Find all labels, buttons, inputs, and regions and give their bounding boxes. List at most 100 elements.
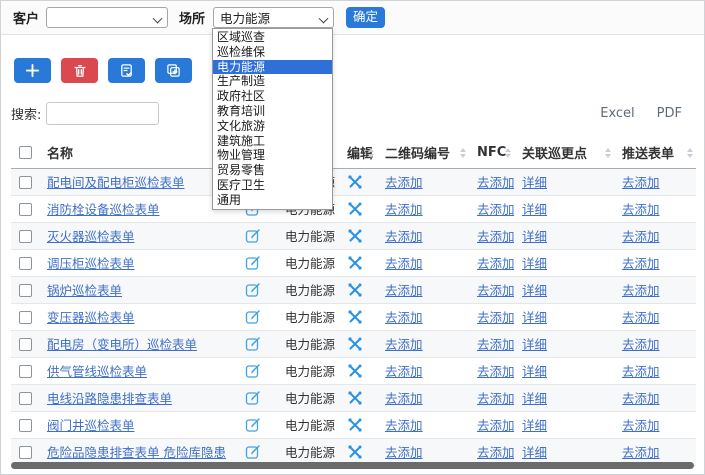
qrcode-add-link[interactable]: 去添加 [385, 445, 423, 460]
form-name-link[interactable]: 危险品隐患排查表单 危险库隐患 [47, 445, 226, 460]
preview-note-icon[interactable] [245, 309, 261, 325]
col-header-edit[interactable]: 编辑 [339, 138, 377, 168]
qrcode-add-link[interactable]: 去添加 [385, 310, 423, 325]
col-header-push-form[interactable]: 推送表单 [614, 138, 696, 168]
nfc-add-link[interactable]: 去添加 [477, 175, 514, 190]
form-name-link[interactable]: 阀门井巡检表单 [47, 418, 135, 433]
qrcode-add-link[interactable]: 去添加 [385, 364, 423, 379]
row-checkbox[interactable] [19, 176, 32, 189]
push-form-add-link[interactable]: 去添加 [622, 175, 660, 190]
dropdown-option[interactable]: 贸易零售 [213, 163, 332, 178]
row-checkbox[interactable] [19, 284, 32, 297]
form-name-link[interactable]: 配电间及配电柜巡检表单 [47, 175, 185, 190]
edit-tools-icon[interactable] [347, 174, 363, 190]
preview-note-icon[interactable] [245, 255, 261, 271]
row-checkbox[interactable] [19, 311, 32, 324]
form-check-button[interactable] [108, 58, 145, 83]
edit-tools-icon[interactable] [347, 390, 363, 406]
preview-note-icon[interactable] [245, 444, 261, 460]
delete-button[interactable] [61, 58, 98, 83]
patrol-detail-link[interactable]: 详细 [522, 310, 547, 325]
export-excel-button[interactable]: Excel [600, 106, 634, 121]
col-header-patrol-points[interactable]: 关联巡更点 [514, 138, 614, 168]
nfc-add-link[interactable]: 去添加 [477, 202, 514, 217]
edit-tools-icon[interactable] [347, 363, 363, 379]
patrol-detail-link[interactable]: 详细 [522, 445, 547, 460]
dropdown-option[interactable]: 物业管理 [213, 148, 332, 163]
patrol-detail-link[interactable]: 详细 [522, 256, 547, 271]
push-form-add-link[interactable]: 去添加 [622, 229, 660, 244]
venue-select[interactable]: 电力能源 [213, 7, 334, 28]
push-form-add-link[interactable]: 去添加 [622, 445, 660, 460]
row-checkbox[interactable] [19, 257, 32, 270]
search-input[interactable] [46, 102, 159, 125]
dropdown-option[interactable]: 建筑施工 [213, 134, 332, 149]
preview-note-icon[interactable] [245, 282, 261, 298]
nfc-add-link[interactable]: 去添加 [477, 391, 514, 406]
dropdown-option[interactable]: 通用 [213, 193, 332, 208]
qrcode-add-link[interactable]: 去添加 [385, 283, 423, 298]
add-button[interactable] [14, 58, 51, 83]
qrcode-add-link[interactable]: 去添加 [385, 337, 423, 352]
horizontal-scrollbar[interactable] [11, 462, 694, 469]
nfc-add-link[interactable]: 去添加 [477, 310, 514, 325]
nfc-add-link[interactable]: 去添加 [477, 256, 514, 271]
row-checkbox[interactable] [19, 419, 32, 432]
dropdown-option[interactable]: 巡检维保 [213, 45, 332, 60]
nfc-add-link[interactable]: 去添加 [477, 283, 514, 298]
row-checkbox[interactable] [19, 338, 32, 351]
push-form-add-link[interactable]: 去添加 [622, 202, 660, 217]
dropdown-option[interactable]: 文化旅游 [213, 119, 332, 134]
preview-note-icon[interactable] [245, 417, 261, 433]
patrol-detail-link[interactable]: 详细 [522, 283, 547, 298]
preview-note-icon[interactable] [245, 390, 261, 406]
copy-form-button[interactable] [155, 58, 192, 83]
push-form-add-link[interactable]: 去添加 [622, 256, 660, 271]
nfc-add-link[interactable]: 去添加 [477, 445, 514, 460]
form-name-link[interactable]: 灭火器巡检表单 [47, 229, 135, 244]
nfc-add-link[interactable]: 去添加 [477, 337, 514, 352]
edit-tools-icon[interactable] [347, 201, 363, 217]
preview-note-icon[interactable] [245, 336, 261, 352]
patrol-detail-link[interactable]: 详细 [522, 418, 547, 433]
customer-select[interactable] [46, 7, 168, 28]
row-checkbox[interactable] [19, 446, 32, 459]
nfc-add-link[interactable]: 去添加 [477, 229, 514, 244]
preview-note-icon[interactable] [245, 228, 261, 244]
form-name-link[interactable]: 锅炉巡检表单 [47, 283, 122, 298]
form-name-link[interactable]: 消防栓设备巡检表单 [47, 202, 160, 217]
qrcode-add-link[interactable]: 去添加 [385, 175, 423, 190]
push-form-add-link[interactable]: 去添加 [622, 337, 660, 352]
nfc-add-link[interactable]: 去添加 [477, 364, 514, 379]
edit-tools-icon[interactable] [347, 228, 363, 244]
col-header-name[interactable]: 名称 [39, 138, 237, 168]
edit-tools-icon[interactable] [347, 417, 363, 433]
preview-note-icon[interactable] [245, 363, 261, 379]
edit-tools-icon[interactable] [347, 282, 363, 298]
edit-tools-icon[interactable] [347, 444, 363, 460]
push-form-add-link[interactable]: 去添加 [622, 283, 660, 298]
qrcode-add-link[interactable]: 去添加 [385, 256, 423, 271]
edit-tools-icon[interactable] [347, 309, 363, 325]
form-name-link[interactable]: 变压器巡检表单 [47, 310, 135, 325]
push-form-add-link[interactable]: 去添加 [622, 418, 660, 433]
form-name-link[interactable]: 配电房（变电所）巡检表单 [47, 337, 197, 352]
edit-tools-icon[interactable] [347, 255, 363, 271]
patrol-detail-link[interactable]: 详细 [522, 337, 547, 352]
row-checkbox[interactable] [19, 230, 32, 243]
patrol-detail-link[interactable]: 详细 [522, 202, 547, 217]
patrol-detail-link[interactable]: 详细 [522, 229, 547, 244]
push-form-add-link[interactable]: 去添加 [622, 391, 660, 406]
patrol-detail-link[interactable]: 详细 [522, 175, 547, 190]
venue-dropdown[interactable]: 区域巡查巡检维保电力能源生产制造政府社区教育培训文化旅游建筑施工物业管理贸易零售… [212, 28, 333, 210]
push-form-add-link[interactable]: 去添加 [622, 364, 660, 379]
col-header-qrcode[interactable]: 二维码编号 [377, 138, 469, 168]
row-checkbox[interactable] [19, 392, 32, 405]
push-form-add-link[interactable]: 去添加 [622, 310, 660, 325]
patrol-detail-link[interactable]: 详细 [522, 364, 547, 379]
nfc-add-link[interactable]: 去添加 [477, 418, 514, 433]
confirm-button[interactable]: 确定 [346, 7, 385, 28]
edit-tools-icon[interactable] [347, 336, 363, 352]
dropdown-option[interactable]: 医疗卫生 [213, 178, 332, 193]
dropdown-option[interactable]: 政府社区 [213, 89, 332, 104]
